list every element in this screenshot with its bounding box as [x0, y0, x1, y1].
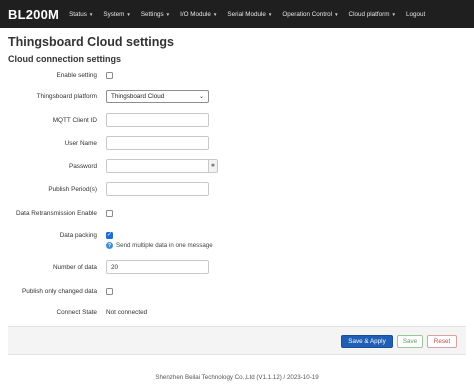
user-name-input[interactable]: [106, 136, 209, 150]
platform-label: Thingsboard platform: [36, 93, 97, 100]
reveal-password-icon[interactable]: ✱: [209, 159, 218, 173]
nav-status[interactable]: Status ▼: [69, 11, 93, 18]
form-row-data-retransmission: Data Retransmission Enable: [0, 208, 474, 218]
password-field-group: ✱: [106, 159, 218, 173]
nav-operation-control[interactable]: Operation Control ▼: [282, 11, 338, 18]
nav-logout[interactable]: Logout: [406, 11, 425, 18]
data-packing-hint: ? Send multiple data in one message: [106, 242, 213, 249]
form-row-user-name: User Name: [0, 136, 474, 150]
nav-settings[interactable]: Settings ▼: [141, 11, 170, 18]
nav-io-module-label: I/O Module: [180, 10, 211, 18]
publish-only-changed-checkbox[interactable]: [106, 287, 113, 295]
nav-logout-label: Logout: [405, 10, 426, 18]
reset-button[interactable]: Reset: [427, 335, 457, 348]
publish-only-changed-label: Publish only changed data: [22, 287, 97, 295]
copyright-footer: Shenzhen Beilai Technology Co.,Ltd (V1.1…: [155, 374, 319, 381]
caret-down-icon: ▼: [88, 11, 94, 17]
nav-cloud-platform[interactable]: Cloud platform ▼: [349, 11, 396, 18]
number-of-data-label: Number of data: [52, 263, 97, 271]
nav-operation-control-label: Operation Control: [282, 10, 333, 18]
caret-down-icon: ▼: [267, 11, 273, 17]
brand-logo[interactable]: BL200M: [0, 7, 69, 22]
nav-io-module[interactable]: I/O Module ▼: [180, 11, 217, 18]
user-name-label: User Name: [64, 139, 97, 147]
mqtt-client-id-label: MQTT Client ID: [52, 116, 97, 124]
form-row-number-of-data: Number of data 20: [0, 260, 474, 274]
help-icon: ?: [106, 242, 113, 249]
caret-down-icon: ▼: [391, 11, 396, 17]
save-button[interactable]: Save: [397, 335, 423, 348]
form-row-platform: Thingsboard platform Thingsboard Cloud ⌄: [0, 90, 474, 103]
form-row-connect-state: Connect State Not connected: [0, 307, 474, 317]
mqtt-client-id-input[interactable]: [106, 113, 209, 127]
form-row-enable-setting: Enable setting: [0, 70, 474, 80]
password-label: Password: [68, 162, 97, 170]
form-row-data-packing: Data packing ✓: [0, 230, 474, 240]
form-row-publish-period: Publish Period(s): [0, 182, 474, 196]
publish-period-input[interactable]: [106, 182, 209, 196]
caret-down-icon: ▼: [126, 11, 131, 17]
nav-system[interactable]: System ▼: [103, 11, 130, 18]
nav-serial-module[interactable]: Serial Module ▼: [227, 11, 272, 18]
data-packing-hint-text: Send multiple data in one message: [116, 242, 213, 249]
page-title: Thingsboard Cloud settings: [8, 35, 174, 49]
nav-status-label: Status: [69, 10, 87, 18]
connect-state-value: Not connected: [106, 308, 148, 316]
caret-down-icon: ▼: [334, 11, 339, 17]
section-title: Cloud connection settings: [8, 54, 122, 64]
password-input[interactable]: [106, 159, 209, 173]
enable-setting-label: Enable setting: [56, 71, 97, 79]
platform-select-value: Thingsboard Cloud: [111, 93, 165, 100]
save-apply-button[interactable]: Save & Apply: [341, 335, 393, 348]
connect-state-label: Connect State: [56, 308, 97, 316]
data-packing-checkbox[interactable]: ✓: [106, 231, 113, 239]
platform-select[interactable]: Thingsboard Cloud ⌄: [106, 90, 209, 103]
nav-serial-module-label: Serial Module: [227, 10, 266, 18]
form-row-mqtt-client-id: MQTT Client ID: [0, 113, 474, 127]
form-row-password: Password ✱: [0, 159, 474, 173]
data-retransmission-checkbox[interactable]: [106, 209, 113, 217]
top-navbar: BL200M Status ▼ System ▼ Settings ▼ I/O Mod…: [0, 0, 474, 28]
caret-down-icon: ▼: [165, 11, 171, 17]
form-row-publish-only-changed: Publish only changed data: [0, 286, 474, 296]
nav-system-label: System: [103, 10, 125, 18]
main-nav: Status ▼ System ▼ Settings ▼ I/O Module ▼ Se…: [69, 11, 435, 18]
data-packing-label: Data packing: [59, 231, 97, 239]
number-of-data-input[interactable]: 20: [106, 260, 209, 274]
nav-settings-label: Settings: [140, 10, 164, 18]
publish-period-label: Publish Period(s): [48, 185, 97, 193]
caret-down-icon: ▼: [212, 11, 218, 17]
enable-setting-checkbox[interactable]: [106, 71, 113, 79]
nav-cloud-platform-label: Cloud platform: [348, 10, 390, 18]
data-retransmission-label: Data Retransmission Enable: [16, 209, 97, 217]
chevron-down-icon: ⌄: [198, 94, 204, 100]
